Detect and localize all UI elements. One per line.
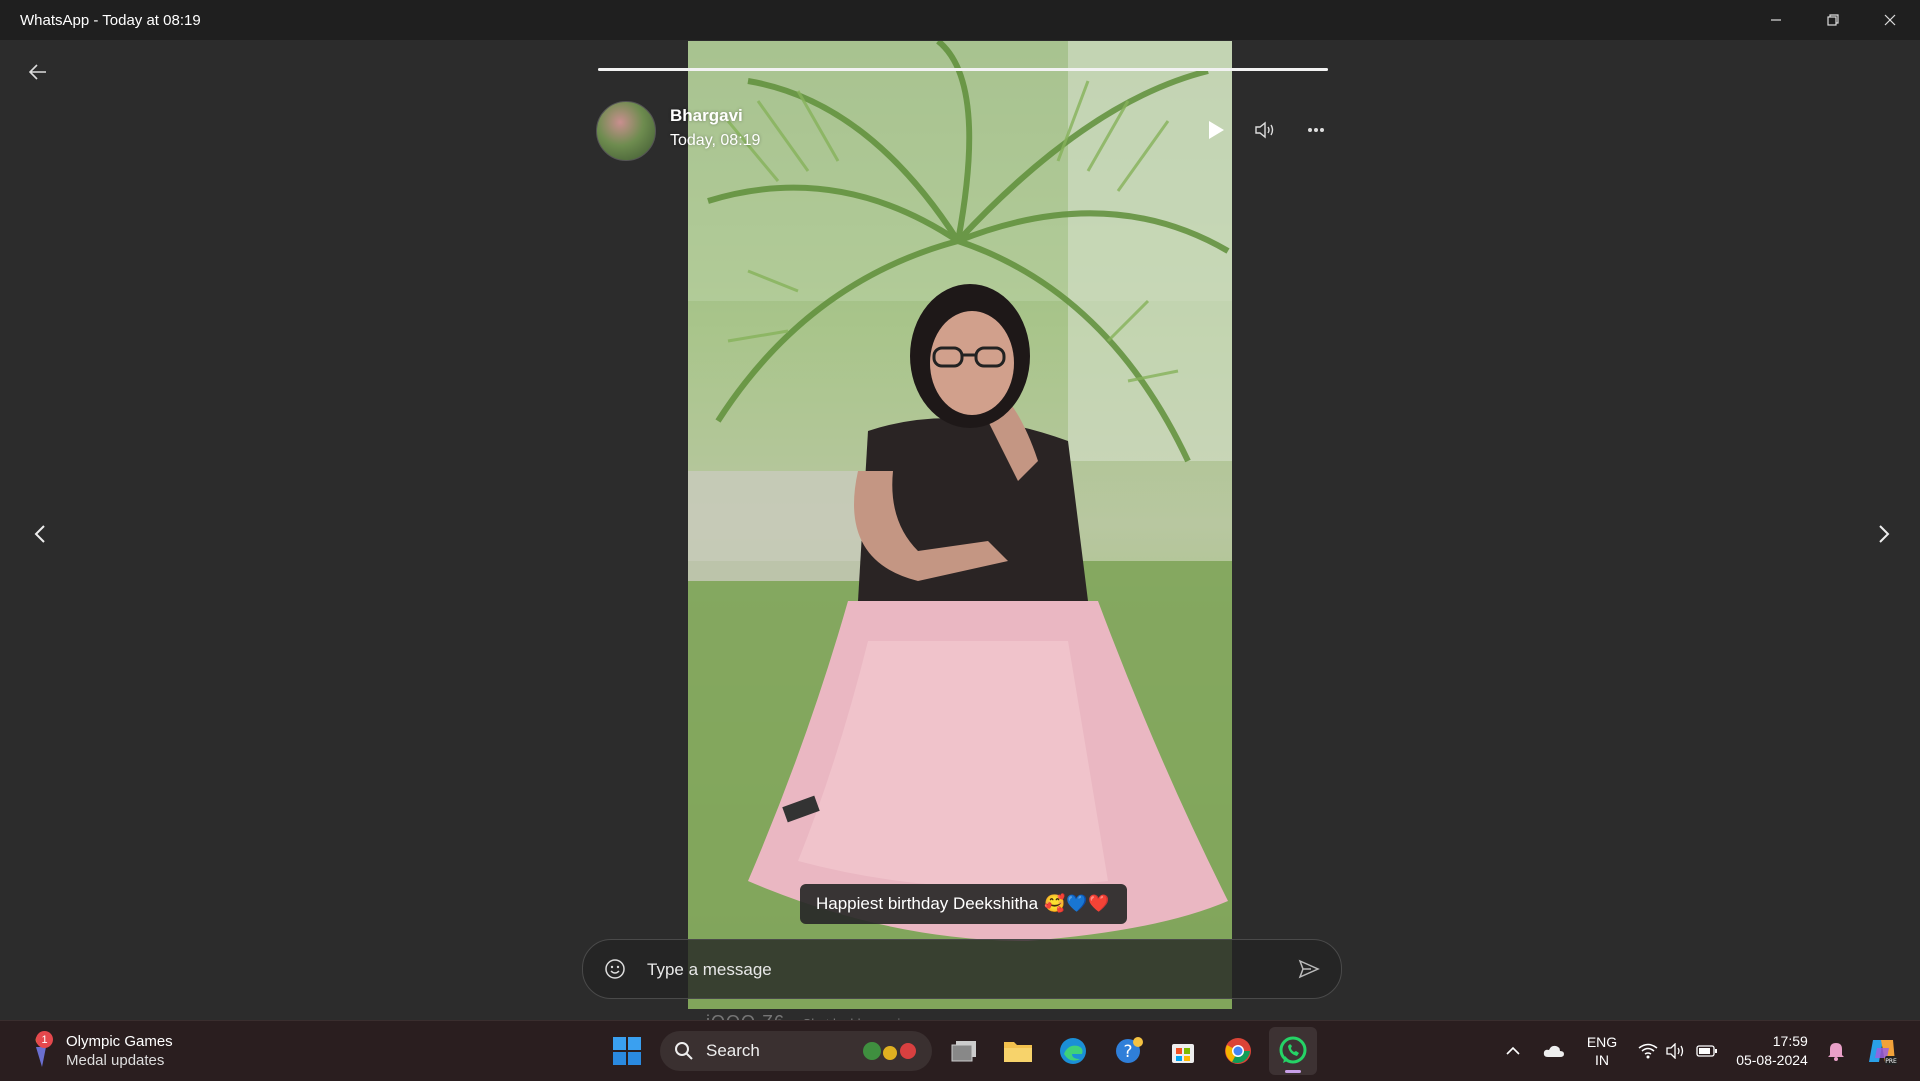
clock-date: 05-08-2024 — [1736, 1052, 1808, 1068]
restore-icon — [1827, 14, 1839, 26]
clock-time: 17:59 — [1772, 1033, 1808, 1049]
task-view-button[interactable] — [940, 1027, 988, 1075]
taskbar: 1 Olympic Games Medal updates Search ? E… — [0, 1020, 1920, 1081]
message-input[interactable] — [645, 950, 1249, 990]
reply-composer — [582, 939, 1342, 999]
chevron-left-icon — [34, 525, 45, 543]
copilot-button[interactable]: PRE — [1862, 1021, 1902, 1081]
volume-button[interactable] — [1662, 1021, 1690, 1081]
olympic-torch-icon: 1 — [24, 1031, 60, 1069]
send-icon — [1298, 959, 1320, 979]
wifi-icon — [1638, 1043, 1658, 1059]
smiley-icon — [605, 959, 625, 979]
photo-scene — [688, 41, 1232, 1009]
more-horizontal-icon — [1308, 128, 1324, 132]
status-progress-bar — [598, 68, 1328, 71]
restore-button[interactable] — [1805, 0, 1861, 40]
close-button[interactable] — [1862, 0, 1918, 40]
close-icon — [1884, 14, 1896, 26]
window-title: WhatsApp - Today at 08:19 — [20, 11, 201, 29]
widget-title: Olympic Games — [66, 1033, 173, 1050]
search-icon — [674, 1040, 696, 1062]
status-progress-fill — [598, 68, 1328, 71]
status-caption: Happiest birthday Deekshitha 🥰💙❤️ — [800, 884, 1127, 924]
caption-emojis: 🥰💙❤️ — [1044, 894, 1111, 913]
window-title-bar: WhatsApp - Today at 08:19 — [0, 0, 1920, 40]
play-icon — [1209, 121, 1224, 139]
chrome-button[interactable] — [1214, 1027, 1262, 1075]
help-icon: ? — [1116, 1037, 1143, 1063]
sender-name[interactable]: Bhargavi — [670, 106, 743, 126]
emoji-button[interactable] — [601, 955, 629, 983]
bell-icon — [1828, 1043, 1844, 1061]
arrow-left-icon — [29, 64, 46, 80]
speaker-icon — [1255, 121, 1274, 139]
show-hidden-icons-button[interactable] — [1498, 1021, 1528, 1081]
taskbar-search[interactable]: Search — [660, 1031, 932, 1071]
folder-icon — [1004, 1042, 1032, 1062]
status-timestamp: Today, 08:19 — [670, 132, 761, 149]
battery-icon — [1696, 1045, 1717, 1057]
get-help-button[interactable]: ? — [1104, 1027, 1152, 1075]
sender-avatar[interactable] — [596, 101, 656, 161]
chrome-icon — [1225, 1038, 1251, 1064]
next-status-button[interactable] — [1868, 510, 1900, 558]
mute-button[interactable] — [1250, 114, 1282, 146]
minimize-icon — [1771, 19, 1781, 21]
notifications-button[interactable] — [1822, 1021, 1850, 1081]
widget-badge: 1 — [36, 1031, 53, 1048]
status-photo — [688, 41, 1232, 1009]
language-code: ENG — [1586, 1034, 1618, 1050]
task-view-icon — [951, 1041, 976, 1062]
onedrive-button[interactable] — [1538, 1021, 1570, 1081]
search-highlight-icon — [863, 1042, 916, 1060]
caption-text: Happiest birthday Deekshitha — [816, 894, 1039, 913]
send-button[interactable] — [1295, 955, 1323, 983]
edge-icon — [1060, 1038, 1086, 1064]
more-options-button[interactable] — [1300, 114, 1332, 146]
chevron-up-icon — [1506, 1046, 1520, 1055]
svg-text:PRE: PRE — [1885, 1058, 1897, 1065]
back-button[interactable] — [24, 58, 52, 86]
chevron-right-icon — [1879, 525, 1890, 543]
file-explorer-button[interactable] — [994, 1027, 1042, 1075]
language-region: IN — [1595, 1052, 1609, 1068]
clock-button[interactable]: 17:59 05-08-2024 — [1728, 1021, 1816, 1081]
svg-text:?: ? — [1123, 1042, 1132, 1062]
status-viewer: Bhargavi Today, 08:19 Happiest birthday … — [0, 40, 1920, 1032]
play-button[interactable] — [1200, 114, 1232, 146]
input-language-button[interactable]: ENG IN — [1576, 1021, 1628, 1081]
windows-logo-icon — [613, 1037, 641, 1065]
whatsapp-icon — [1279, 1036, 1307, 1064]
store-icon — [1172, 1044, 1194, 1063]
wifi-button[interactable] — [1634, 1021, 1662, 1081]
microsoft-store-button[interactable] — [1159, 1027, 1207, 1075]
status-header: Bhargavi Today, 08:19 — [596, 100, 1336, 166]
widget-subtitle: Medal updates — [66, 1052, 165, 1069]
search-label: Search — [706, 1041, 760, 1060]
start-button[interactable] — [603, 1027, 651, 1075]
widgets-button[interactable]: 1 Olympic Games Medal updates — [24, 1029, 173, 1073]
edge-browser-button[interactable] — [1049, 1027, 1097, 1075]
whatsapp-taskbar-button[interactable] — [1269, 1027, 1317, 1075]
volume-icon — [1666, 1043, 1684, 1059]
cloud-icon — [1543, 1045, 1564, 1057]
minimize-button[interactable] — [1748, 0, 1804, 40]
battery-button[interactable] — [1692, 1021, 1722, 1081]
previous-status-button[interactable] — [24, 510, 56, 558]
copilot-icon: PRE — [1869, 1040, 1897, 1065]
